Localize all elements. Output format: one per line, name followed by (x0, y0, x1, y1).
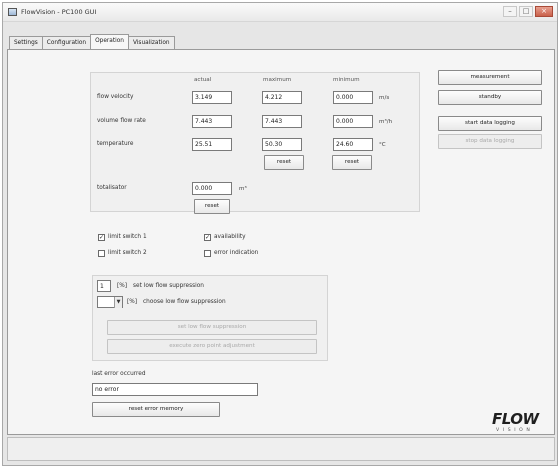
volume-flow-unit: m³/h (379, 119, 393, 125)
reset-totalisator-button[interactable]: reset (194, 199, 230, 214)
title-bar: FlowVision - PC100 GUI – □ × (3, 3, 557, 22)
header-maximum: maximum (263, 77, 292, 83)
availability-checkbox[interactable]: ✓ (204, 234, 211, 241)
temperature-maximum[interactable]: 50.30 (262, 138, 302, 151)
limit-switch-2-label: limit switch 2 (108, 250, 147, 256)
row-label-temperature: temperature (97, 141, 134, 147)
measurement-button[interactable]: measurement (438, 70, 542, 85)
operation-panel: actual maximum minimum flow velocity 3.1… (7, 49, 555, 435)
app-window: FlowVision - PC100 GUI – □ × Settings Co… (2, 2, 558, 466)
low-flow-value-input[interactable]: 1 (97, 280, 111, 292)
flowvision-logo: FLOW VISION (492, 410, 544, 436)
low-flow-set-unit: [%] (117, 283, 128, 289)
stop-data-logging-button[interactable]: stop data logging (438, 134, 542, 149)
limit-switch-1-checkbox[interactable]: ✓ (98, 234, 105, 241)
minimize-icon[interactable]: – (503, 6, 517, 17)
tab-bar: Settings Configuration Operation Visuali… (9, 34, 175, 50)
reset-maximum-button[interactable]: reset (264, 155, 304, 170)
flow-velocity-minimum[interactable]: 0.000 (333, 91, 373, 104)
totalisator-label: totalisator (97, 185, 127, 191)
availability-label: availability (214, 234, 246, 240)
tab-configuration[interactable]: Configuration (41, 36, 92, 49)
volume-flow-actual[interactable]: 7.443 (192, 115, 232, 128)
last-error-label: last error occurred (92, 371, 146, 377)
volume-flow-maximum[interactable]: 7.443 (262, 115, 302, 128)
volume-flow-minimum[interactable]: 0.000 (333, 115, 373, 128)
low-flow-choose-select[interactable]: ▼ (97, 296, 123, 308)
flow-velocity-unit: m/s (379, 95, 390, 101)
standby-button[interactable]: standby (438, 90, 542, 105)
flow-velocity-maximum[interactable]: 4.212 (262, 91, 302, 104)
limit-switch-2-checkbox[interactable] (98, 250, 105, 257)
measurement-group: actual maximum minimum flow velocity 3.1… (90, 72, 420, 214)
reset-error-memory-button[interactable]: reset error memory (92, 402, 220, 417)
temperature-unit: °C (379, 142, 386, 148)
status-bar (7, 437, 555, 461)
logo-text: FLOW (492, 410, 539, 428)
error-indication-label: error indication (214, 250, 259, 256)
window-controls: – □ × (503, 6, 553, 17)
temperature-minimum[interactable]: 24.60 (333, 138, 373, 151)
set-low-flow-button[interactable]: set low flow suppression (107, 320, 317, 335)
row-label-volume-flow-rate: volume flow rate (97, 118, 146, 124)
low-flow-group: 1 [%] set low flow suppression ▼ [%] cho… (92, 275, 328, 361)
app-icon (8, 8, 17, 16)
totalisator-value[interactable]: 0.000 (192, 182, 232, 195)
low-flow-choose-unit: [%] (127, 299, 138, 305)
last-error-field[interactable]: no error (92, 383, 258, 396)
logo-subtext: VISION (496, 428, 534, 433)
error-indication-checkbox[interactable] (204, 250, 211, 257)
chevron-down-icon[interactable]: ▼ (114, 297, 122, 308)
start-data-logging-button[interactable]: start data logging (438, 116, 542, 131)
maximize-icon[interactable]: □ (519, 6, 533, 17)
limit-switch-1-label: limit switch 1 (108, 234, 147, 240)
zero-point-adjustment-button[interactable]: execute zero point adjustment (107, 339, 317, 354)
close-icon[interactable]: × (535, 6, 553, 17)
tab-visualization[interactable]: Visualization (127, 36, 175, 49)
window-title: FlowVision - PC100 GUI (21, 8, 97, 16)
tab-operation[interactable]: Operation (90, 34, 129, 49)
low-flow-set-label: set low flow suppression (133, 283, 204, 289)
header-minimum: minimum (333, 77, 360, 83)
flow-velocity-actual[interactable]: 3.149 (192, 91, 232, 104)
temperature-actual[interactable]: 25.51 (192, 138, 232, 151)
reset-minimum-button[interactable]: reset (332, 155, 372, 170)
row-label-flow-velocity: flow velocity (97, 94, 134, 100)
totalisator-unit: m³ (239, 186, 247, 192)
tab-settings[interactable]: Settings (9, 36, 43, 49)
low-flow-choose-label: choose low flow suppression (143, 299, 226, 305)
header-actual: actual (194, 77, 212, 83)
